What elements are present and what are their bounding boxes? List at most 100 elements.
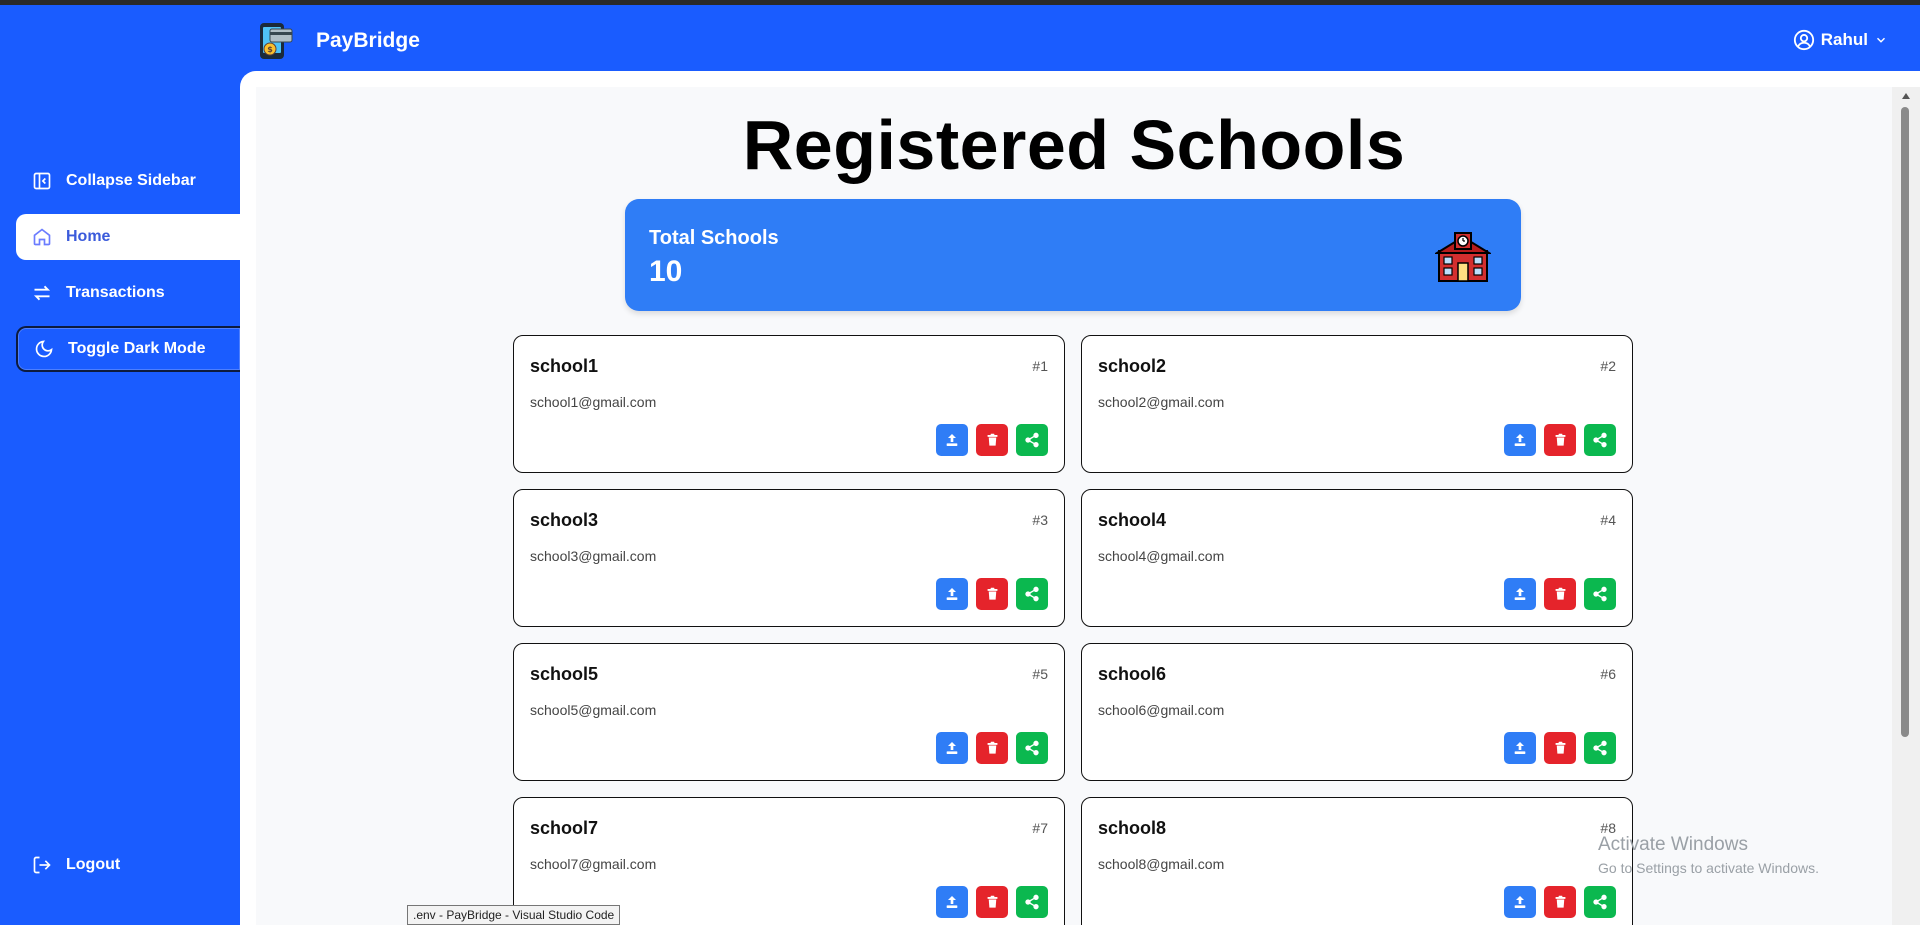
school-email: school4@gmail.com <box>1098 548 1225 564</box>
delete-button[interactable] <box>1544 424 1576 456</box>
card-actions <box>928 578 1048 610</box>
delete-button[interactable] <box>976 578 1008 610</box>
share-button[interactable] <box>1584 424 1616 456</box>
app-header: $ PayBridge Rahul <box>0 5 1920 71</box>
trash-icon <box>985 740 1000 756</box>
watermark-title: Activate Windows <box>1598 834 1748 855</box>
upload-icon <box>1512 894 1528 910</box>
school-name: school3 <box>530 510 599 530</box>
upload-button[interactable] <box>936 732 968 764</box>
upload-button[interactable] <box>936 578 968 610</box>
collapse-sidebar-icon <box>33 172 51 190</box>
share-button[interactable] <box>1016 732 1048 764</box>
upload-button[interactable] <box>1504 578 1536 610</box>
sidebar-item-transactions[interactable]: Transactions <box>16 270 240 316</box>
school-number: #7 <box>1032 820 1048 836</box>
upload-icon <box>1512 586 1528 602</box>
upload-button[interactable] <box>1504 886 1536 918</box>
toggle-dark-mode-button[interactable]: Toggle Dark Mode <box>16 326 240 372</box>
scrollbar-thumb[interactable] <box>1901 107 1909 737</box>
school-email: school8@gmail.com <box>1098 856 1225 872</box>
logout-icon <box>33 856 51 874</box>
school-card: school1 #1 school1@gmail.com <box>513 335 1065 473</box>
card-actions <box>1496 732 1616 764</box>
sidebar-item-label: Toggle Dark Mode <box>68 340 206 357</box>
upload-icon <box>944 740 960 756</box>
school-email: school5@gmail.com <box>530 702 657 718</box>
upload-icon <box>1512 432 1528 448</box>
scroll-up-arrow-icon[interactable] <box>1902 93 1910 99</box>
upload-button[interactable] <box>936 424 968 456</box>
delete-button[interactable] <box>976 424 1008 456</box>
school-number: #4 <box>1600 512 1616 528</box>
trash-icon <box>1553 740 1568 756</box>
share-button[interactable] <box>1584 886 1616 918</box>
collapse-sidebar-button[interactable]: Collapse Sidebar <box>16 158 240 204</box>
user-name: Rahul <box>1820 30 1868 49</box>
upload-icon <box>944 894 960 910</box>
upload-icon <box>944 432 960 448</box>
share-icon <box>1024 894 1040 910</box>
brand[interactable]: $ PayBridge <box>256 21 420 61</box>
delete-button[interactable] <box>1544 578 1576 610</box>
share-button[interactable] <box>1016 424 1048 456</box>
vertical-scrollbar[interactable] <box>1892 87 1920 925</box>
school-email: school3@gmail.com <box>530 548 657 564</box>
sidebar-item-label: Home <box>66 228 111 245</box>
school-name: school4 <box>1098 510 1167 530</box>
upload-button[interactable] <box>936 886 968 918</box>
school-name: school2 <box>1098 356 1167 376</box>
school-name: school8 <box>1098 818 1167 838</box>
trash-icon <box>1553 894 1568 910</box>
share-icon <box>1592 894 1608 910</box>
moon-icon <box>35 340 53 358</box>
card-actions <box>928 732 1048 764</box>
transactions-icon <box>33 285 51 301</box>
upload-button[interactable] <box>1504 732 1536 764</box>
delete-button[interactable] <box>1544 732 1576 764</box>
school-card: school4 #4 school4@gmail.com <box>1081 489 1633 627</box>
share-icon <box>1592 586 1608 602</box>
school-card: school3 #3 school3@gmail.com <box>513 489 1065 627</box>
svg-text:$: $ <box>267 45 273 54</box>
school-number: #3 <box>1032 512 1048 528</box>
card-actions <box>928 424 1048 456</box>
trash-icon <box>985 586 1000 602</box>
sidebar: Collapse Sidebar Home Transactions Toggl… <box>0 71 240 925</box>
upload-icon <box>1512 740 1528 756</box>
sidebar-item-label: Transactions <box>66 284 165 301</box>
upload-button[interactable] <box>1504 424 1536 456</box>
share-icon <box>1024 586 1040 602</box>
user-menu[interactable]: Rahul <box>1793 29 1894 51</box>
share-button[interactable] <box>1584 732 1616 764</box>
trash-icon <box>1553 432 1568 448</box>
upload-icon <box>944 586 960 602</box>
sidebar-item-home[interactable]: Home <box>16 214 240 260</box>
activate-windows-watermark: Activate Windows Go to Settings to activ… <box>1598 834 1819 876</box>
delete-button[interactable] <box>976 732 1008 764</box>
school-card: school2 #2 school2@gmail.com <box>1081 335 1633 473</box>
share-button[interactable] <box>1584 578 1616 610</box>
app-name: PayBridge <box>316 29 420 52</box>
total-schools-count: 10 <box>649 255 683 288</box>
school-card: school8 #8 school8@gmail.com <box>1081 797 1633 925</box>
share-button[interactable] <box>1016 578 1048 610</box>
page-title: Registered Schools <box>742 106 1406 184</box>
school-email: school1@gmail.com <box>530 394 657 410</box>
total-schools-label: Total Schools <box>649 227 779 249</box>
delete-button[interactable] <box>976 886 1008 918</box>
share-button[interactable] <box>1016 886 1048 918</box>
logout-button[interactable]: Logout <box>16 842 240 888</box>
content-area: Registered Schools Total Schools 10 scho… <box>256 87 1892 925</box>
card-actions <box>1496 424 1616 456</box>
school-building-icon <box>1433 231 1493 288</box>
share-icon <box>1024 740 1040 756</box>
school-card: school5 #5 school5@gmail.com <box>513 643 1065 781</box>
chevron-down-icon <box>1876 37 1886 43</box>
delete-button[interactable] <box>1544 886 1576 918</box>
paybridge-logo-icon: $ <box>256 21 296 61</box>
school-email: school6@gmail.com <box>1098 702 1225 718</box>
user-avatar-icon <box>1793 29 1814 51</box>
trash-icon <box>985 894 1000 910</box>
watermark-subtitle: Go to Settings to activate Windows. <box>1598 860 1819 876</box>
